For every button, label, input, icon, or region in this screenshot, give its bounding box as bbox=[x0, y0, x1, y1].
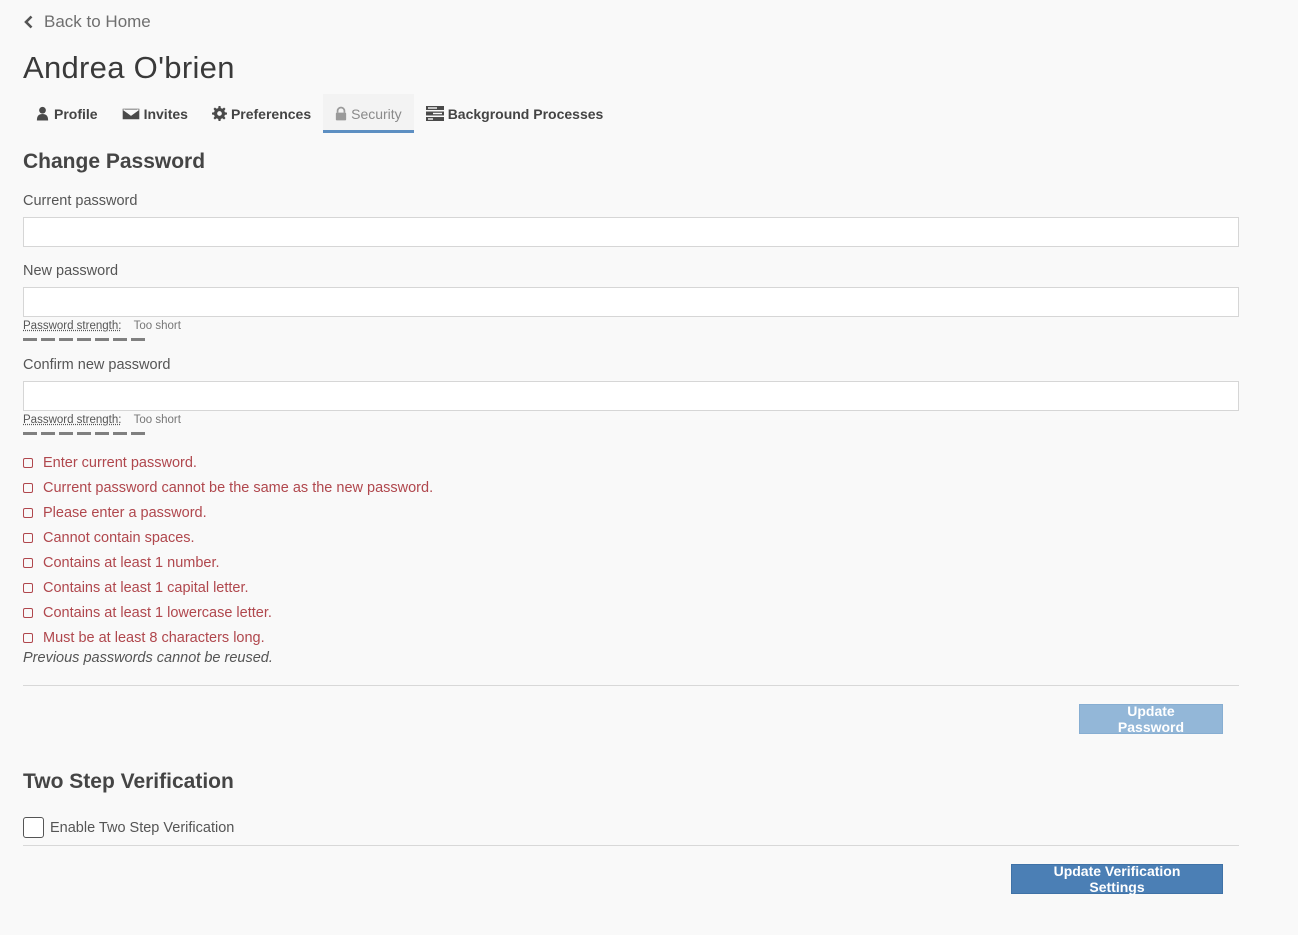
strength-label: Password strength: bbox=[23, 414, 122, 426]
password-reuse-note: Previous passwords cannot be reused. bbox=[23, 650, 273, 666]
enable-two-step-checkbox[interactable] bbox=[23, 817, 44, 838]
envelope-icon bbox=[121, 106, 140, 121]
requirement-text: Cannot contain spaces. bbox=[43, 529, 195, 546]
back-to-home-link[interactable]: Back to Home bbox=[23, 12, 151, 32]
update-password-button[interactable]: Update Password bbox=[1079, 703, 1223, 735]
requirement-text: Contains at least 1 lowercase letter. bbox=[43, 604, 272, 621]
confirm-password-label: Confirm new password bbox=[23, 357, 171, 373]
change-password-heading: Change Password bbox=[23, 150, 206, 173]
requirement-text: Enter current password. bbox=[43, 454, 197, 471]
unchecked-square-icon bbox=[23, 582, 33, 593]
tab-invites[interactable]: Invites bbox=[110, 94, 200, 133]
chevron-left-icon bbox=[24, 15, 33, 29]
tab-security[interactable]: Security bbox=[323, 94, 414, 133]
tab-invites-label: Invites bbox=[143, 105, 188, 122]
requirement-item: Contains at least 1 capital letter. bbox=[23, 575, 433, 600]
password-requirements-list: Enter current password. Current password… bbox=[23, 450, 433, 650]
new-password-label: New password bbox=[23, 263, 119, 279]
update-verification-settings-button[interactable]: Update Verification Settings bbox=[1011, 863, 1223, 895]
unchecked-square-icon bbox=[23, 632, 33, 643]
unchecked-square-icon bbox=[23, 457, 33, 468]
gear-icon bbox=[211, 106, 227, 121]
requirement-item: Enter current password. bbox=[23, 450, 433, 475]
tab-preferences[interactable]: Preferences bbox=[200, 94, 323, 133]
enable-two-step-label: Enable Two Step Verification bbox=[50, 819, 235, 836]
tab-security-label: Security bbox=[351, 105, 402, 122]
tasks-icon bbox=[425, 106, 444, 121]
page-title: Andrea O'brien bbox=[23, 50, 235, 85]
unchecked-square-icon bbox=[23, 507, 33, 518]
new-password-strength-meter bbox=[23, 338, 145, 341]
tab-background-processes-label: Background Processes bbox=[447, 105, 604, 122]
requirement-item: Contains at least 1 number. bbox=[23, 550, 433, 575]
current-password-input[interactable] bbox=[23, 217, 1239, 247]
requirement-text: Contains at least 1 number. bbox=[43, 554, 220, 571]
strength-value: Too short bbox=[133, 414, 181, 426]
new-password-strength: Password strength: Too short bbox=[23, 320, 181, 332]
two-step-verification-heading: Two Step Verification bbox=[23, 770, 234, 793]
current-password-label: Current password bbox=[23, 193, 138, 209]
user-icon bbox=[36, 106, 49, 121]
requirement-item: Please enter a password. bbox=[23, 500, 433, 525]
unchecked-square-icon bbox=[23, 557, 33, 568]
back-to-home-label: Back to Home bbox=[44, 12, 151, 31]
unchecked-square-icon bbox=[23, 532, 33, 543]
tab-profile[interactable]: Profile bbox=[23, 94, 110, 133]
new-password-input[interactable] bbox=[23, 287, 1239, 317]
unchecked-square-icon bbox=[23, 607, 33, 618]
tab-preferences-label: Preferences bbox=[230, 105, 312, 122]
requirement-text: Please enter a password. bbox=[43, 504, 207, 521]
requirement-item: Current password cannot be the same as t… bbox=[23, 475, 433, 500]
confirm-password-input[interactable] bbox=[23, 381, 1239, 411]
settings-tabs: Profile Invites Preferences Security Bac… bbox=[23, 94, 615, 133]
requirement-text: Contains at least 1 capital letter. bbox=[43, 579, 249, 596]
divider bbox=[23, 685, 1239, 686]
requirement-item: Cannot contain spaces. bbox=[23, 525, 433, 550]
requirement-text: Must be at least 8 characters long. bbox=[43, 629, 265, 646]
unchecked-square-icon bbox=[23, 482, 33, 493]
divider bbox=[23, 845, 1239, 846]
tab-background-processes[interactable]: Background Processes bbox=[414, 94, 616, 133]
tab-profile-label: Profile bbox=[54, 105, 98, 122]
strength-label: Password strength: bbox=[23, 320, 122, 332]
requirement-item: Contains at least 1 lowercase letter. bbox=[23, 600, 433, 625]
requirement-item: Must be at least 8 characters long. bbox=[23, 625, 433, 650]
two-step-toggle-row[interactable]: Enable Two Step Verification bbox=[23, 817, 234, 838]
strength-value: Too short bbox=[133, 320, 181, 332]
confirm-password-strength-meter bbox=[23, 432, 145, 435]
confirm-password-strength: Password strength: Too short bbox=[23, 414, 181, 426]
requirement-text: Current password cannot be the same as t… bbox=[43, 479, 434, 496]
lock-icon bbox=[335, 106, 347, 121]
